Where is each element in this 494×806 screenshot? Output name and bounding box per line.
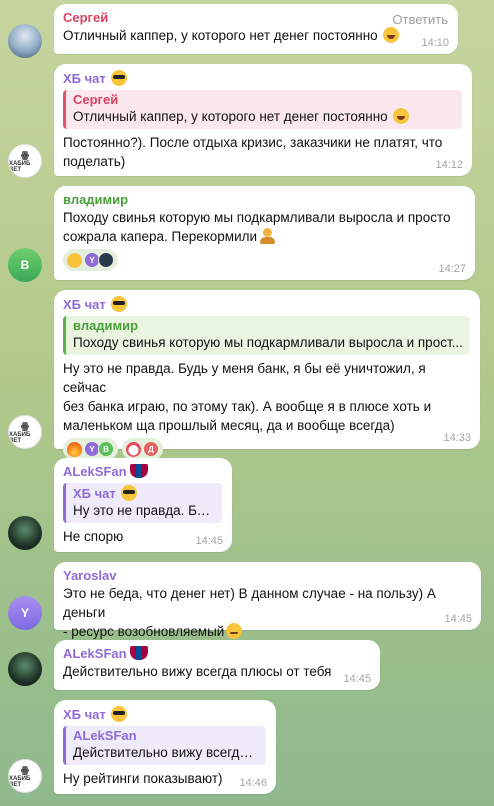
reply-quote[interactable]: ALekSFan Действительно вижу всегда ... xyxy=(63,726,266,765)
sunglasses-emoji-icon xyxy=(111,706,128,722)
barcelona-flag-icon xyxy=(129,646,148,660)
person-emoji-icon xyxy=(259,228,276,244)
timestamp: 14:45 xyxy=(444,613,472,625)
quote-author: ХБ чат xyxy=(73,485,215,502)
timestamp: 14:12 xyxy=(435,159,463,171)
avatar-letter: В xyxy=(20,258,30,272)
message-text: Ну рейтинги показывают) xyxy=(63,771,223,786)
message-text: Походу свинья которую мы подкармливали в… xyxy=(63,210,451,244)
reply-button[interactable]: Ответить xyxy=(392,12,448,27)
message-text: Действительно вижу всегда плюсы от тебя xyxy=(63,664,332,679)
sender-name[interactable]: ХБ чат xyxy=(63,706,266,723)
message-bubble[interactable]: Yaroslav Это не беда, что денег нет) В д… xyxy=(54,562,481,639)
avatar[interactable] xyxy=(8,652,42,686)
reaction-clown[interactable]: Д xyxy=(122,438,163,460)
reactor-avatar: Д xyxy=(143,441,159,457)
quote-author: ALekSFan xyxy=(73,728,137,743)
reactor-avatar: B xyxy=(98,441,114,457)
avatar[interactable]: Y xyxy=(8,596,42,630)
timestamp: 14:45 xyxy=(343,673,371,685)
sunglasses-emoji-icon xyxy=(121,485,138,501)
laugh-emoji-icon xyxy=(67,252,82,268)
timestamp: 14:46 xyxy=(239,777,267,789)
message-bubble[interactable]: Сергей Ответить Отличный каппер, у котор… xyxy=(54,4,458,54)
timestamp: 14:33 xyxy=(443,432,471,444)
reply-quote[interactable]: владимир Походу свинья которую мы подкар… xyxy=(63,316,470,355)
reactions: Y xyxy=(63,249,465,271)
message-bubble[interactable]: ALekSFan Действительно вижу всегда плюсы… xyxy=(54,640,380,690)
sender-name[interactable]: ALekSFan xyxy=(63,464,222,480)
timestamp: 14:27 xyxy=(438,263,466,275)
avatar[interactable] xyxy=(8,516,42,550)
reaction-fire[interactable]: Y B xyxy=(63,438,118,460)
sender-name[interactable]: владимир xyxy=(63,192,465,208)
quote-text: Ну это не правда. Буд... xyxy=(73,503,215,518)
fire-emoji-icon xyxy=(67,441,82,457)
avatar[interactable]: ꙮ ХАБИБ BET xyxy=(8,759,42,793)
avatar[interactable]: В xyxy=(8,248,42,282)
clown-emoji-icon xyxy=(126,441,141,457)
quote-text: Походу свинья которую мы подкармливали в… xyxy=(73,335,463,350)
sunglasses-emoji-icon xyxy=(111,70,128,86)
message-bubble[interactable]: ХБ чат Сергей Отличный каппер, у которог… xyxy=(54,64,472,176)
avatar-letter: Y xyxy=(20,606,29,620)
message-text: Это не беда, что денег нет) В данном слу… xyxy=(63,586,436,639)
quote-author: владимир xyxy=(73,318,139,333)
avatar[interactable]: ꙮ ХАБИБ BET xyxy=(8,415,42,449)
message-text: Ну это не правда. Будь у меня банк, я бы… xyxy=(63,361,432,433)
avatar[interactable] xyxy=(8,24,42,58)
reactions: Y B Д xyxy=(63,438,470,460)
sender-name[interactable]: Сергей xyxy=(63,10,448,26)
laugh-emoji-icon xyxy=(393,108,410,124)
quote-text: Действительно вижу всегда ... xyxy=(73,745,259,760)
reply-quote[interactable]: ХБ чат Ну это не правда. Буд... xyxy=(63,483,222,523)
avatar[interactable]: ꙮ ХАБИБ BET xyxy=(8,144,42,178)
reactor-avatar xyxy=(98,252,114,268)
sender-name[interactable]: ALekSFan xyxy=(63,646,370,662)
quote-author: Сергей xyxy=(73,92,119,107)
quote-text: Отличный каппер, у которого нет денег по… xyxy=(73,108,455,126)
message-bubble[interactable]: ХБ чат ALekSFan Действительно вижу всегд… xyxy=(54,700,276,794)
wink-emoji-icon xyxy=(226,623,243,639)
sender-name[interactable]: ХБ чат xyxy=(63,70,462,87)
timestamp: 14:45 xyxy=(195,535,223,547)
message-text: Постоянно?). После отдыха кризис, заказч… xyxy=(63,135,443,169)
laugh-emoji-icon xyxy=(383,27,400,43)
reply-quote[interactable]: Сергей Отличный каппер, у которого нет д… xyxy=(63,90,462,129)
timestamp: 14:10 xyxy=(421,37,449,49)
sender-name[interactable]: ХБ чат xyxy=(63,296,470,313)
message-text: Отличный каппер, у которого нет денег по… xyxy=(63,26,448,45)
sender-name[interactable]: Yaroslav xyxy=(63,568,471,584)
barcelona-flag-icon xyxy=(129,464,148,478)
message-bubble[interactable]: владимир Походу свинья которую мы подкар… xyxy=(54,186,475,280)
message-bubble[interactable]: ALekSFan ХБ чат Ну это не правда. Буд...… xyxy=(54,458,232,552)
sunglasses-emoji-icon xyxy=(111,296,128,312)
message-bubble[interactable]: ХБ чат владимир Походу свинья которую мы… xyxy=(54,290,480,460)
reaction-laugh[interactable]: Y xyxy=(63,249,118,271)
